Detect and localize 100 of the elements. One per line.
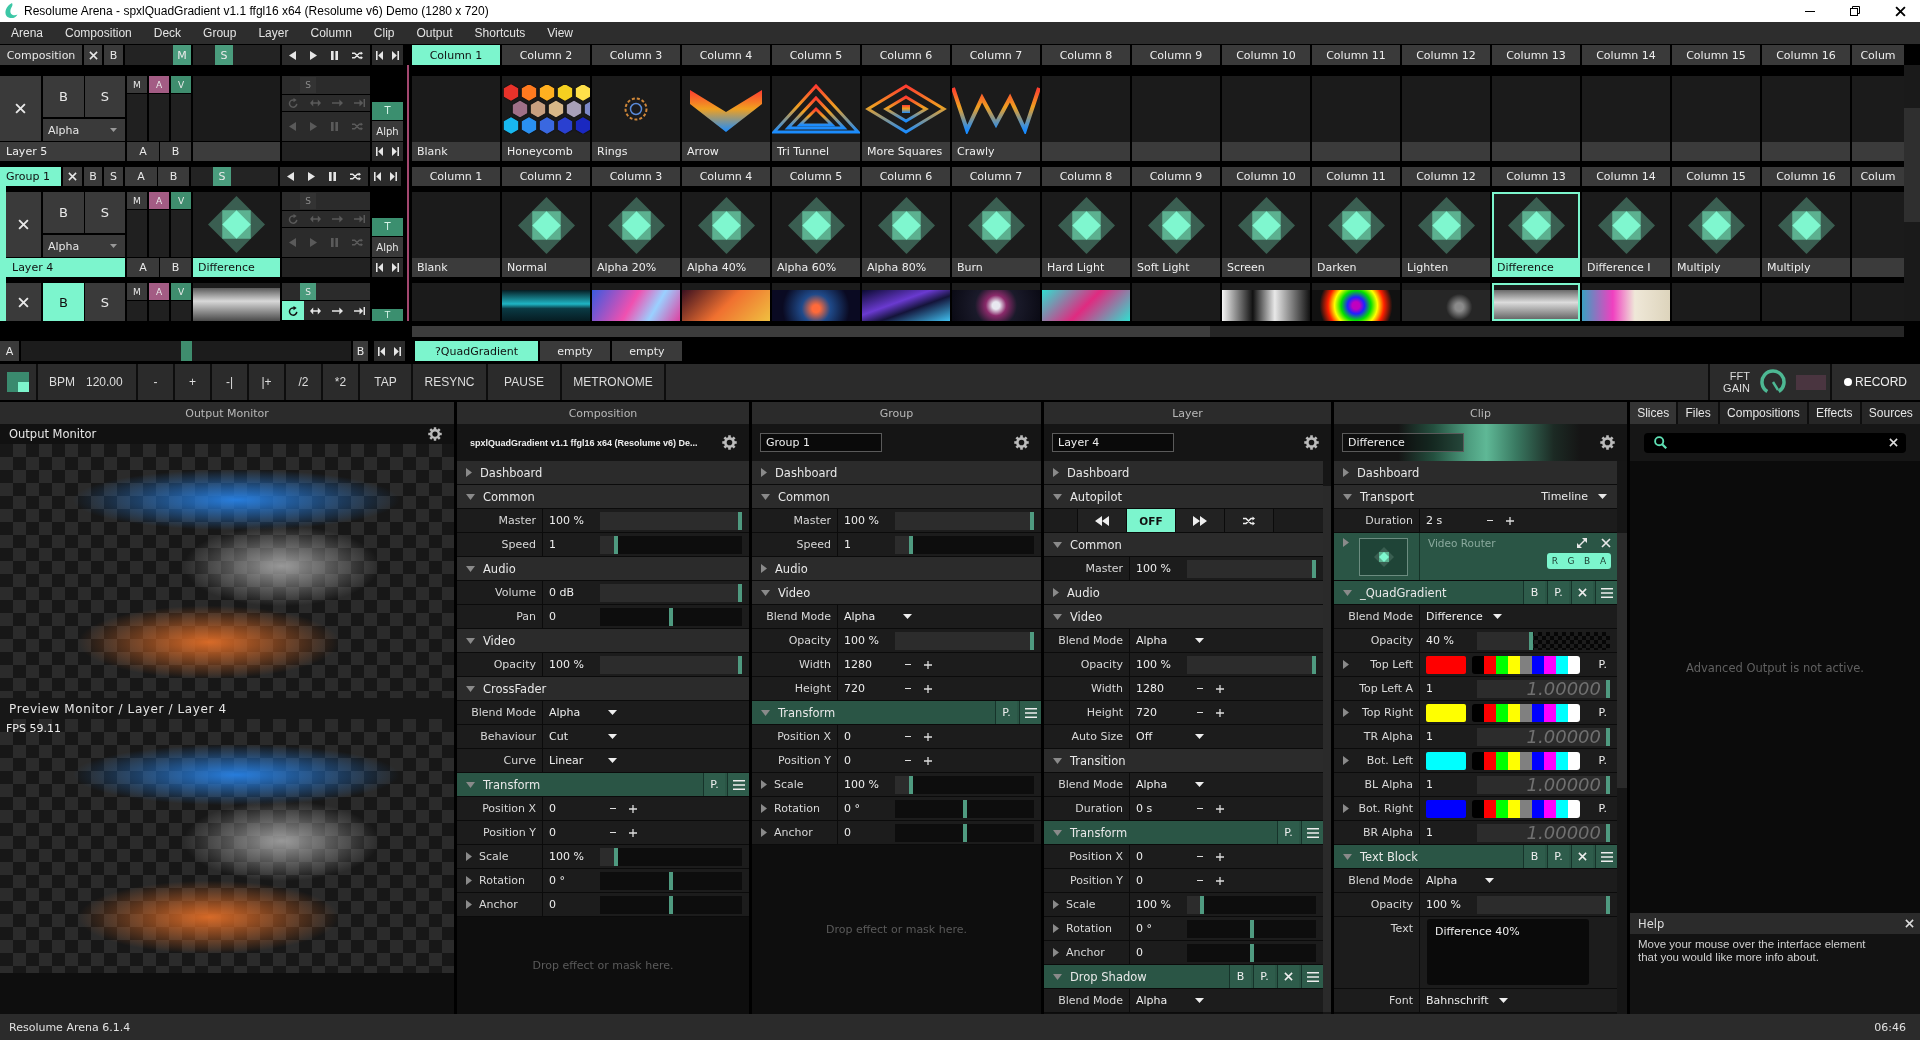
plus-icon[interactable] xyxy=(1216,876,1224,885)
palette-swatch-icon[interactable] xyxy=(1568,703,1580,722)
number-field[interactable]: 0 xyxy=(1136,874,1143,887)
caret-down-icon[interactable] xyxy=(1053,757,1062,764)
slider-handle[interactable] xyxy=(1199,895,1204,914)
clip-slot[interactable] xyxy=(1852,283,1904,321)
menu-button[interactable] xyxy=(727,773,749,796)
clip-slot[interactable]: Rings xyxy=(592,76,680,161)
browser-tab[interactable]: Effects xyxy=(1808,402,1860,424)
skip-back-icon[interactable] xyxy=(376,147,384,156)
plus-icon[interactable] xyxy=(924,756,932,765)
section-header[interactable]: Common xyxy=(752,485,1041,509)
menu-item[interactable]: Deck xyxy=(142,26,193,40)
dropdown[interactable]: Cut xyxy=(549,730,617,743)
caret-right-icon[interactable] xyxy=(1343,804,1349,813)
minus-icon[interactable] xyxy=(1487,519,1493,522)
record-button[interactable]: RECORD xyxy=(1830,364,1920,400)
column-header[interactable]: Column 8 xyxy=(1042,45,1130,65)
section-header[interactable]: Video xyxy=(457,629,749,653)
caret-down-icon[interactable] xyxy=(466,781,475,788)
browser-tab[interactable]: Files xyxy=(1678,402,1718,424)
effect-option-button[interactable]: P. xyxy=(1253,965,1275,988)
section-header[interactable]: Dashboard xyxy=(1334,461,1617,485)
effect-option-button[interactable]: P. xyxy=(1547,581,1569,604)
bpm-control[interactable]: BPM 120.00 xyxy=(38,364,138,400)
column-header[interactable]: Column 14 xyxy=(1582,167,1670,186)
preset-button[interactable]: P. xyxy=(1598,754,1607,767)
column-header[interactable]: Column 13 xyxy=(1492,167,1580,186)
slider-track[interactable] xyxy=(1477,631,1610,650)
menu-item[interactable]: Arena xyxy=(0,26,55,40)
plus-icon[interactable] xyxy=(1216,804,1224,813)
clip-slot[interactable] xyxy=(1222,283,1310,321)
clip-slot[interactable]: Lighten xyxy=(1402,192,1490,277)
param-value[interactable]: 100 % xyxy=(1426,898,1461,911)
toolbar-button[interactable]: TAP xyxy=(360,364,413,400)
plus-icon[interactable] xyxy=(1506,516,1514,525)
clip-slot[interactable] xyxy=(772,283,860,321)
palette-swatch-icon[interactable] xyxy=(1544,799,1556,818)
color-swatch-icon[interactable] xyxy=(1426,751,1466,770)
palette-swatch-icon[interactable] xyxy=(1472,751,1484,770)
column-header[interactable]: Column 11 xyxy=(1312,167,1400,186)
column-header[interactable]: Column 4 xyxy=(682,45,770,65)
clip-slot[interactable] xyxy=(592,283,680,321)
color-swatch-icon[interactable] xyxy=(1426,655,1466,674)
effect-header[interactable]: Transform P. xyxy=(457,773,749,797)
caret-right-icon[interactable] xyxy=(1343,660,1349,669)
clip-slot[interactable]: Honeycomb xyxy=(502,76,590,161)
dropdown[interactable]: Difference xyxy=(1426,610,1502,623)
slider-track[interactable] xyxy=(895,535,1034,554)
slider-track[interactable] xyxy=(600,871,742,890)
composition-button[interactable]: Composition xyxy=(0,45,82,65)
minus-icon[interactable] xyxy=(1197,807,1203,810)
dropdown[interactable]: Alpha xyxy=(1136,994,1204,1007)
dropdown[interactable]: Alpha xyxy=(1136,634,1204,647)
palette-swatch-icon[interactable] xyxy=(1532,799,1544,818)
palette-swatch-icon[interactable] xyxy=(1496,655,1508,674)
crossfader-assign-button[interactable]: A xyxy=(125,167,157,186)
skip-forward-icon[interactable] xyxy=(391,263,399,272)
dropdown[interactable]: Linear xyxy=(549,754,617,767)
caret-right-icon[interactable] xyxy=(761,804,767,813)
section-header[interactable]: Video xyxy=(1044,605,1323,629)
caret-down-icon[interactable] xyxy=(1343,589,1352,596)
param-value[interactable]: 1 xyxy=(1426,730,1433,743)
skip-forward-icon[interactable] xyxy=(393,346,401,356)
slider-track[interactable] xyxy=(895,799,1034,818)
play-icon[interactable] xyxy=(310,50,317,60)
section-header[interactable]: Common xyxy=(457,485,749,509)
scrollbar-thumb[interactable] xyxy=(1617,533,1627,788)
settings-icon[interactable] xyxy=(722,435,737,450)
toolbar-button[interactable]: METRONOME xyxy=(562,364,666,400)
caret-down-icon[interactable] xyxy=(1053,973,1062,980)
palette-swatch-icon[interactable] xyxy=(1484,655,1496,674)
skip-forward-icon[interactable] xyxy=(391,50,399,60)
deck-tab[interactable]: ?QuadGradient xyxy=(415,341,538,361)
column-header[interactable]: Column 1 xyxy=(412,167,500,186)
palette-swatch-icon[interactable] xyxy=(1496,703,1508,722)
slider-handle[interactable] xyxy=(1030,511,1034,530)
palette-swatch-icon[interactable] xyxy=(1508,655,1520,674)
thumbnail-slot[interactable] xyxy=(193,76,280,141)
channel-toggle[interactable]: A xyxy=(1595,553,1611,569)
param-value[interactable]: 100 % xyxy=(1136,658,1171,671)
effect-option-button[interactable]: B xyxy=(1229,965,1251,988)
number-field[interactable]: 1280 xyxy=(1136,682,1164,695)
column-header[interactable]: Column 6 xyxy=(862,167,950,186)
remove-button[interactable] xyxy=(1277,965,1299,988)
browser-tab[interactable]: Compositions xyxy=(1719,402,1807,424)
menu-button[interactable] xyxy=(1301,821,1323,844)
crossfader-assign-button[interactable]: B xyxy=(158,167,189,186)
plus-icon[interactable] xyxy=(629,828,637,837)
settings-icon[interactable] xyxy=(1304,435,1319,450)
column-header[interactable]: Column 5 xyxy=(772,167,860,186)
clip-slot[interactable]: Screen xyxy=(1222,192,1310,277)
palette-swatch-icon[interactable] xyxy=(1568,799,1580,818)
video-button[interactable]: V xyxy=(171,192,191,209)
effect-option-button[interactable]: B xyxy=(1523,581,1545,604)
column-header[interactable]: Column 12 xyxy=(1402,167,1490,186)
slider-handle[interactable] xyxy=(669,607,673,626)
slider-track[interactable] xyxy=(895,775,1034,794)
param-value[interactable]: 1 xyxy=(1426,826,1433,839)
param-value[interactable]: 100 % xyxy=(549,514,584,527)
